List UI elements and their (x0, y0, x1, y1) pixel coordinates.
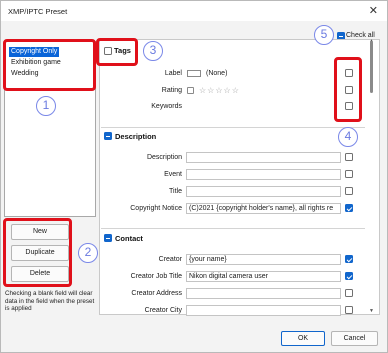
window-title: XMP/IPTC Preset (8, 7, 68, 16)
label-field-label: Label (164, 70, 182, 77)
field-label: Creator (158, 256, 182, 263)
field-label: Event (164, 171, 182, 178)
description-collapse-icon[interactable] (104, 132, 112, 140)
creator-city-checkbox[interactable] (345, 306, 353, 314)
field-label: Creator City (144, 307, 182, 314)
close-icon[interactable]: ✕ (369, 4, 378, 17)
creator-job-title-checkbox[interactable] (345, 272, 353, 280)
description-checkbox[interactable] (345, 153, 353, 161)
keywords-field-label: Keywords (151, 103, 182, 110)
label-value[interactable]: (None) (206, 70, 227, 77)
rating-reject-icon[interactable] (187, 87, 194, 94)
creator-field[interactable]: {your name} (186, 254, 341, 265)
event-field[interactable] (186, 169, 341, 180)
creator-job-title-field[interactable]: Nikon digital camera user (186, 271, 341, 282)
annotation-box (96, 38, 138, 66)
contact-section-title: Contact (115, 234, 143, 243)
scroll-down-icon[interactable]: ▼ (369, 308, 374, 314)
field-label: Description (146, 154, 182, 161)
field-label: Title (169, 188, 182, 195)
field-label: Creator Job Title (130, 273, 182, 280)
annotation-box (3, 218, 72, 287)
annotation-badge: 4 (338, 127, 358, 147)
description-field[interactable] (186, 152, 341, 163)
description-section-title: Description (115, 132, 157, 141)
annotation-badge: 3 (143, 41, 163, 61)
annotation-box (334, 57, 362, 122)
copyright-notice-checkbox[interactable] (345, 204, 353, 212)
ok-button[interactable]: OK (281, 331, 325, 346)
vertical-scrollbar[interactable] (370, 41, 373, 93)
creator-city-field[interactable] (186, 305, 341, 316)
creator-address-field[interactable] (186, 288, 341, 299)
annotation-badge: 2 (78, 243, 98, 263)
field-label: Creator Address (131, 290, 182, 297)
title-checkbox[interactable] (345, 187, 353, 195)
cancel-button[interactable]: Cancel (331, 331, 378, 346)
creator-checkbox[interactable] (345, 255, 353, 263)
title-field[interactable] (186, 186, 341, 197)
rating-field-label: Rating (161, 87, 182, 94)
label-color-icon[interactable] (187, 70, 201, 77)
title-bar: XMP/IPTC Preset ✕ (1, 1, 387, 21)
preset-hint-text: Checking a blank field will clear data i… (5, 290, 95, 313)
annotation-badge: 5 (314, 25, 334, 45)
creator-address-checkbox[interactable] (345, 289, 353, 297)
copyright-notice-field[interactable]: (C)2021 {copyright holder's name}, all r… (186, 203, 341, 214)
section-divider (101, 228, 365, 229)
rating-stars[interactable]: ☆☆☆☆☆ (199, 86, 240, 95)
annotation-badge: 1 (36, 96, 56, 116)
field-label: Copyright Notice (130, 205, 182, 212)
annotation-box (3, 39, 96, 91)
section-divider (101, 127, 365, 128)
contact-collapse-icon[interactable] (104, 234, 112, 242)
event-checkbox[interactable] (345, 170, 353, 178)
